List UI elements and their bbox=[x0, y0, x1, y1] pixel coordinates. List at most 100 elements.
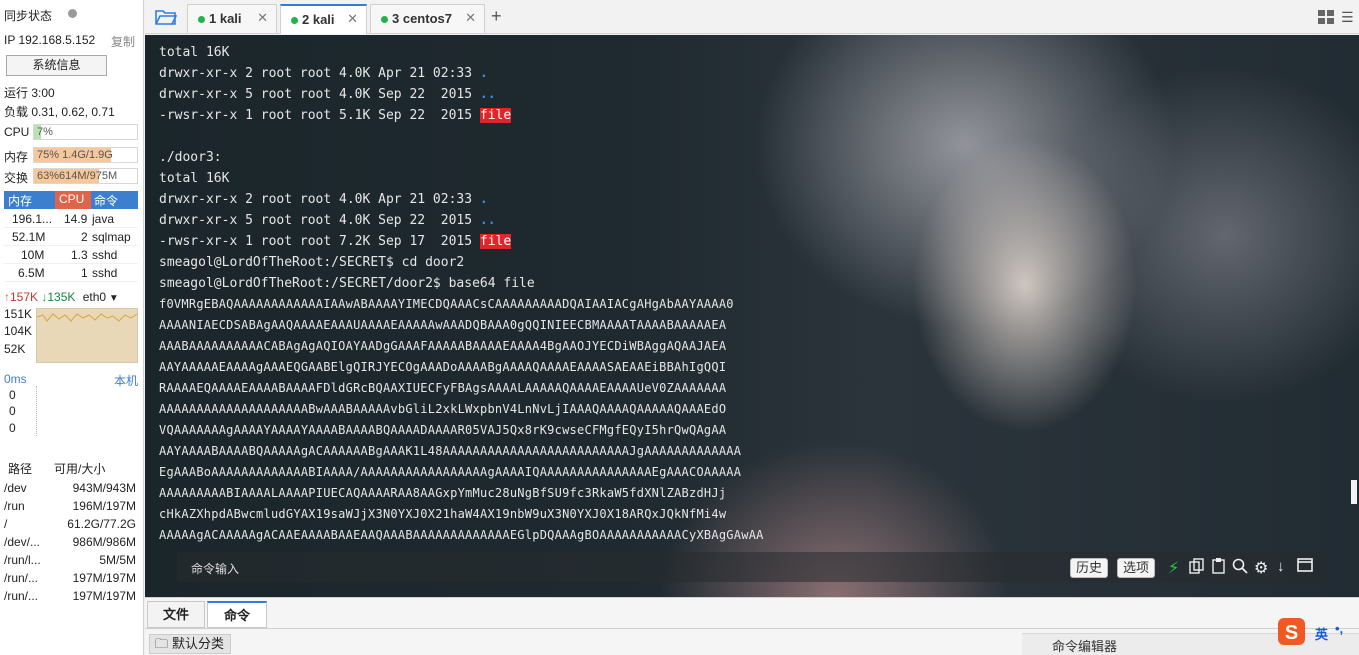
history-button[interactable]: 历史 bbox=[1070, 558, 1109, 578]
paste-icon[interactable] bbox=[1211, 558, 1229, 576]
copy-ip-button[interactable]: 复制 bbox=[111, 33, 135, 50]
tab-label: 1 kali bbox=[209, 11, 242, 26]
proc-mem: 6.5M bbox=[18, 266, 45, 280]
disk-row[interactable]: /dev 943M/943M bbox=[4, 481, 138, 499]
proc-mem: 10M bbox=[21, 248, 45, 262]
proc-cmd: java bbox=[92, 212, 115, 226]
disk-size: 986M/986M bbox=[72, 535, 136, 549]
terminal-line: total 16K bbox=[159, 45, 230, 60]
maximize-icon[interactable] bbox=[1297, 558, 1315, 576]
terminal-view[interactable]: total 16K drwxr-xr-x 2 root root 4.0K Ap… bbox=[145, 35, 1359, 597]
tab-session-2[interactable]: 2 kali ✕ bbox=[280, 4, 367, 34]
paste-icon-svg bbox=[1212, 558, 1225, 574]
tab-session-3[interactable]: 3 centos7 ✕ bbox=[370, 4, 485, 33]
folder-open-icon-svg bbox=[155, 10, 178, 25]
ip-address: IP 192.168.5.152 bbox=[4, 33, 96, 47]
tab-label: 3 centos7 bbox=[392, 11, 452, 26]
process-row[interactable]: 6.5M 1 sshd bbox=[4, 264, 138, 282]
sogou-logo-icon: S bbox=[1278, 618, 1305, 645]
ping-value: 0 bbox=[9, 388, 16, 402]
ime-indicator[interactable]: S 英 •, bbox=[1277, 617, 1357, 647]
terminal-line: ./door3: bbox=[159, 150, 222, 165]
gear-icon[interactable]: ⚙ bbox=[1254, 558, 1272, 577]
search-icon[interactable] bbox=[1232, 558, 1250, 576]
command-input[interactable]: 命令输入 bbox=[191, 560, 239, 577]
terminal-scrollbar[interactable] bbox=[1351, 480, 1357, 504]
add-tab-icon[interactable]: + bbox=[491, 6, 502, 27]
terminal-line: smeagol@LordOfTheRoot:/SECRET/door2$ bas… bbox=[159, 276, 535, 291]
process-row[interactable]: 10M 1.3 sshd bbox=[4, 246, 138, 264]
network-graph-line bbox=[37, 313, 137, 322]
copy-icon[interactable] bbox=[1189, 558, 1207, 576]
terminal-line: AAAAAAAAABIAAAALAAAAPIUECAQAAAARAA8AAGxp… bbox=[159, 486, 727, 500]
close-icon[interactable]: ✕ bbox=[257, 10, 268, 26]
proc-cpu: 14.9 bbox=[64, 212, 88, 226]
dir-parent: .. bbox=[479, 87, 496, 102]
network-graph-svg bbox=[37, 313, 137, 322]
bottom-tab-divider bbox=[145, 628, 1359, 629]
default-category-button[interactable]: 🗀 默认分类 bbox=[149, 634, 232, 654]
disk-row[interactable]: / 61.2G/77.2G bbox=[4, 517, 138, 535]
swap-label: 交换 bbox=[4, 171, 29, 185]
proc-cpu: 2 bbox=[81, 230, 88, 244]
terminal-line: drwxr-xr-x 2 root root 4.0K Apr 21 02:33… bbox=[159, 192, 488, 207]
ping-value: 0 bbox=[9, 421, 16, 435]
proc-header-cpu[interactable]: CPU bbox=[55, 191, 91, 209]
proc-cmd: sshd bbox=[92, 266, 118, 280]
net-scale-low: 52K bbox=[4, 342, 26, 356]
disk-row[interactable]: /dev/... 986M/986M bbox=[4, 535, 138, 553]
layout-grid-icon-svg bbox=[1318, 10, 1334, 24]
proc-header-cmd[interactable]: 命令 bbox=[94, 192, 118, 209]
disk-size: 943M/943M bbox=[72, 481, 136, 495]
options-button[interactable]: 选项 bbox=[1117, 558, 1156, 578]
lightning-icon[interactable]: ⚡ bbox=[1168, 558, 1186, 577]
bottom-panel: 文件 命令 🗀 默认分类 命令编辑器 S 英 •, bbox=[145, 597, 1359, 655]
disk-header-path: 路径 bbox=[8, 462, 33, 476]
close-icon[interactable]: ✕ bbox=[347, 11, 358, 27]
tab-files[interactable]: 文件 bbox=[147, 601, 205, 628]
disk-size: 197M/197M bbox=[72, 571, 136, 585]
dir-parent: .. bbox=[479, 213, 496, 228]
folder-open-icon[interactable] bbox=[155, 8, 178, 29]
terminal-line: EgAAABoAAAAAAAAAAAAABIAAAA/AAAAAAAAAAAAA… bbox=[159, 465, 742, 479]
net-scale-mid: 104K bbox=[4, 324, 33, 338]
system-info-button[interactable]: 系统信息 bbox=[6, 55, 107, 76]
tab-commands[interactable]: 命令 bbox=[207, 601, 267, 628]
swap-value: 63%614M/975M bbox=[37, 170, 118, 182]
net-interface[interactable]: eth0 bbox=[83, 290, 106, 304]
disk-row[interactable]: /run/l... 5M/5M bbox=[4, 553, 138, 571]
disk-path: / bbox=[4, 517, 8, 531]
disk-row[interactable]: /run 196M/197M bbox=[4, 499, 138, 517]
disk-path: /run/... bbox=[4, 589, 39, 603]
ping-graph bbox=[36, 386, 138, 436]
disk-path: /dev/... bbox=[4, 535, 41, 549]
layout-grid-icon[interactable] bbox=[1318, 10, 1334, 27]
menu-icon[interactable]: ☰ bbox=[1341, 9, 1354, 26]
online-status-icon bbox=[198, 16, 205, 23]
disk-size: 196M/197M bbox=[72, 499, 136, 513]
terminal-line: total 16K bbox=[159, 171, 230, 186]
network-graph bbox=[36, 308, 138, 363]
proc-header-mem[interactable]: 内存 bbox=[8, 192, 32, 209]
sidebar: 同步状态 IP 192.168.5.152 复制 系统信息 运行 3:00 负载… bbox=[0, 0, 144, 655]
folder-icon: 🗀 bbox=[155, 636, 169, 651]
chevron-down-icon[interactable]: ▼ bbox=[106, 293, 119, 304]
cpu-label: CPU bbox=[4, 125, 30, 139]
terminal-line: drwxr-xr-x 5 root root 4.0K Sep 22 2015 … bbox=[159, 213, 496, 228]
network-stats: ↑157K ↓135K eth0 ▼ bbox=[4, 290, 140, 304]
online-status-icon bbox=[291, 17, 298, 24]
disk-row[interactable]: /run/... 197M/197M bbox=[4, 571, 138, 589]
disk-header-size: 可用/大小 bbox=[54, 462, 106, 476]
default-category-label: 默认分类 bbox=[172, 636, 225, 651]
tab-session-1[interactable]: 1 kali ✕ bbox=[187, 4, 277, 33]
disk-row[interactable]: /run/... 197M/197M bbox=[4, 589, 138, 607]
process-row[interactable]: 52.1M 2 sqlmap bbox=[4, 228, 138, 246]
setuid-file: file bbox=[479, 234, 512, 249]
close-icon[interactable]: ✕ bbox=[465, 10, 476, 26]
process-row[interactable]: 196.1... 14.9 java bbox=[4, 210, 138, 228]
proc-mem: 196.1... bbox=[12, 212, 53, 226]
ping-value: 0 bbox=[9, 404, 16, 418]
terminal-line: AAAAAgACAAAAAgACAAEAAAABAAEAAQAAABAAAAAA… bbox=[159, 528, 764, 542]
uptime: 运行 3:00 bbox=[4, 86, 55, 100]
arrow-down-icon[interactable]: ↓ bbox=[1277, 558, 1295, 576]
